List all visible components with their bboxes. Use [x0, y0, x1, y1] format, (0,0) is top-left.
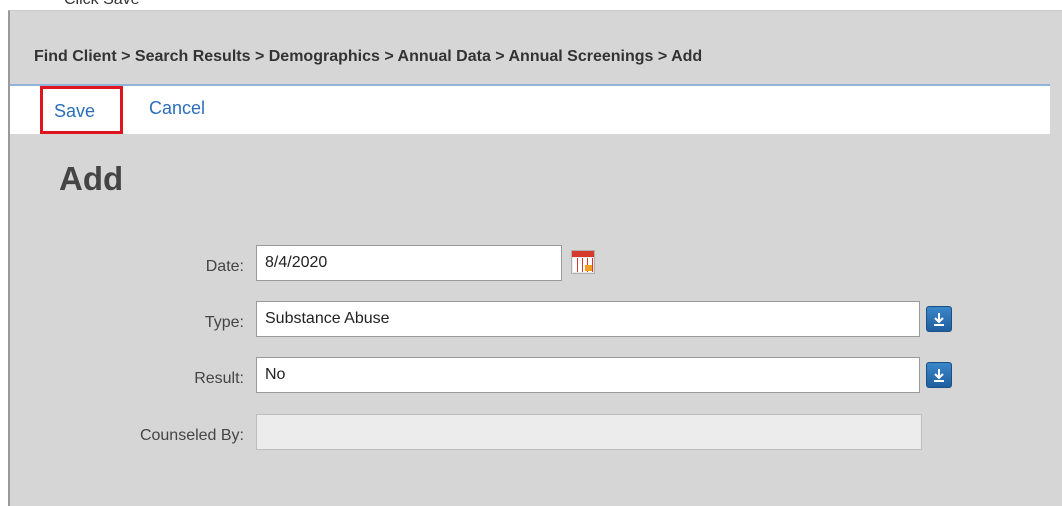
main-panel: Find Client > Search Results > Demograph… — [8, 10, 1062, 506]
action-bar: Save Cancel — [10, 84, 1050, 134]
cancel-button[interactable]: Cancel — [149, 86, 205, 134]
page-title: Add — [59, 160, 124, 197]
breadcrumb: Find Client > Search Results > Demograph… — [10, 11, 1062, 83]
date-field[interactable]: 8/4/2020 — [256, 245, 562, 281]
result-dropdown-arrow-icon[interactable] — [926, 362, 952, 388]
type-dropdown-arrow-icon[interactable] — [926, 306, 952, 332]
counseled-by-field — [256, 414, 922, 450]
result-select[interactable]: No — [256, 357, 920, 393]
breadcrumb-text: Find Client > Search Results > Demograph… — [34, 48, 703, 65]
calendar-icon[interactable] — [571, 250, 595, 274]
type-select[interactable]: Substance Abuse — [256, 301, 920, 337]
instruction-text: Click Save — [64, 0, 140, 9]
counseled-by-label: Counseled By: — [139, 427, 244, 444]
result-label: Result: — [194, 370, 244, 387]
date-label: Date: — [205, 258, 244, 275]
type-label: Type: — [204, 314, 244, 331]
save-button[interactable]: Save — [40, 86, 123, 134]
